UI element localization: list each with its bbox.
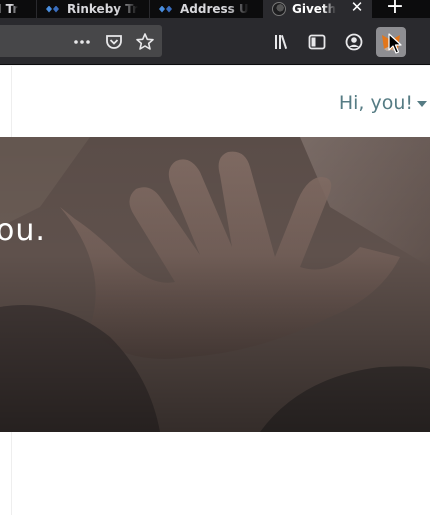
tab-label: Giveth bbox=[292, 2, 337, 16]
tab-2[interactable]: Rinkeby Tr bbox=[36, 0, 148, 18]
tab-label: Address U bbox=[180, 2, 249, 16]
tab-1[interactable]: I Tr bbox=[0, 0, 36, 18]
ethereum-icon bbox=[158, 4, 174, 15]
chevron-down-icon bbox=[417, 101, 427, 107]
tab-3[interactable]: Address U bbox=[149, 0, 262, 18]
tab-strip: I Tr Rinkeby Tr Address U Giveth ✕ + bbox=[0, 0, 430, 18]
bookmark-star-icon[interactable] bbox=[135, 32, 155, 52]
hero-overlay bbox=[0, 137, 430, 432]
web-page: Hi, you! ou. bbox=[0, 66, 430, 515]
user-menu-dropdown[interactable]: Hi, you! bbox=[339, 92, 427, 114]
browser-window: I Tr Rinkeby Tr Address U Giveth ✕ + bbox=[0, 0, 430, 515]
navigation-toolbar bbox=[0, 18, 430, 65]
tab-label: I Tr bbox=[0, 2, 19, 16]
page-actions-menu-icon[interactable] bbox=[72, 32, 92, 52]
save-to-pocket-icon[interactable] bbox=[104, 32, 124, 52]
library-icon[interactable] bbox=[272, 32, 292, 52]
metamask-extension-button[interactable] bbox=[376, 27, 406, 57]
tab-label: Rinkeby Tr bbox=[67, 2, 139, 16]
metamask-fox-icon bbox=[382, 35, 400, 51]
new-tab-button[interactable]: + bbox=[384, 0, 406, 18]
greeting-label: Hi, you! bbox=[338, 92, 413, 114]
close-tab-icon[interactable]: ✕ bbox=[349, 0, 365, 18]
reader-view-icon[interactable] bbox=[307, 32, 327, 52]
hero-tagline: ou. bbox=[0, 213, 46, 248]
ethereum-icon bbox=[45, 4, 61, 15]
account-icon[interactable] bbox=[344, 32, 364, 52]
hero-banner: ou. bbox=[0, 137, 430, 432]
giveth-icon bbox=[272, 2, 286, 16]
